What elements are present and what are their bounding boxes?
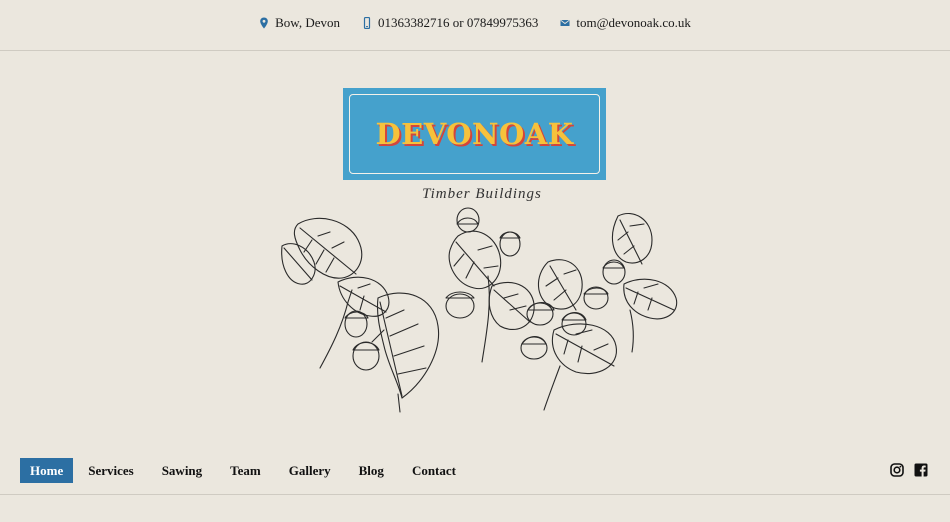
nav-gallery[interactable]: Gallery [275, 458, 345, 483]
phone-text[interactable]: 01363382716 or 07849975363 [378, 15, 538, 31]
logo-wordmark: DEVONOAK [375, 117, 574, 151]
instagram-icon[interactable] [890, 463, 904, 477]
nav-team[interactable]: Team [216, 458, 275, 483]
top-divider [0, 50, 950, 51]
nav-home[interactable]: Home [20, 458, 74, 483]
email-item[interactable]: tom@devonoak.co.uk [560, 15, 691, 31]
nav-services[interactable]: Services [74, 458, 147, 483]
email-link[interactable]: tom@devonoak.co.uk [576, 15, 691, 31]
facebook-icon[interactable] [914, 463, 928, 477]
location-item: Bow, Devon [259, 15, 340, 31]
mobile-phone-icon [363, 17, 371, 29]
phone-item[interactable]: 01363382716 or 07849975363 [362, 15, 538, 31]
site-logo[interactable]: DEVONOAK [343, 88, 606, 180]
social-links [890, 463, 928, 477]
envelope-icon [560, 19, 570, 26]
oak-leaf-illustration [281, 207, 678, 413]
nav-sawing[interactable]: Sawing [148, 458, 216, 483]
nav-blog[interactable]: Blog [345, 458, 398, 483]
main-nav: Home Services Sawing Team Gallery Blog C… [20, 458, 470, 483]
logo-tagline: Timber Buildings [422, 186, 542, 202]
location-text: Bow, Devon [275, 15, 340, 30]
nav-contact[interactable]: Contact [398, 458, 470, 483]
nav-divider [0, 494, 950, 495]
location-pin-icon [260, 17, 268, 29]
contact-bar: Bow, Devon 01363382716 or 07849975363 to… [0, 0, 950, 46]
